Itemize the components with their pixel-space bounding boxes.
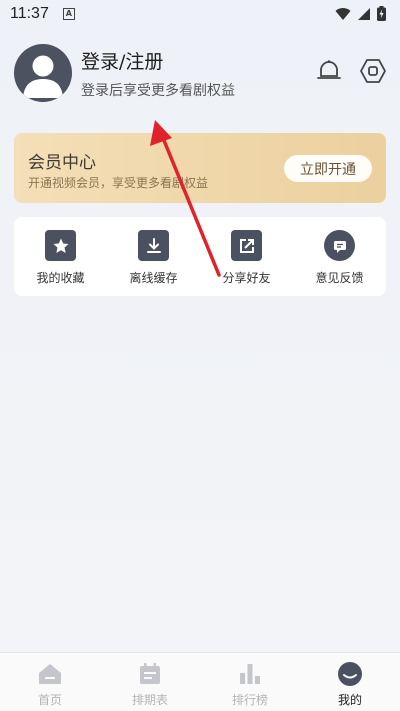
message-bell-button[interactable] xyxy=(314,56,344,86)
status-icons xyxy=(335,6,386,21)
battery-icon xyxy=(377,6,386,21)
user-avatar-icon xyxy=(23,55,63,98)
nav-ranking[interactable]: 排行榜 xyxy=(200,653,300,711)
annotation-arrow xyxy=(150,120,221,277)
member-title: 会员中心 xyxy=(28,153,96,173)
status-bar: 11:37 A xyxy=(0,0,400,28)
offline-cache-label: 离线缓存 xyxy=(129,271,178,285)
login-register-link[interactable]: 登录/注册 xyxy=(81,47,235,74)
login-subtitle: 登录后享受更多看剧权益 xyxy=(81,82,235,99)
favorites-label: 我的收藏 xyxy=(36,271,85,285)
member-center-card[interactable]: 会员中心 开通视频会员，享受更多看剧权益 立即开通 xyxy=(14,133,386,203)
profile-icon xyxy=(337,661,363,687)
share-friends-button[interactable]: 分享好友 xyxy=(200,217,293,296)
star-icon xyxy=(45,230,76,261)
nav-ranking-label: 排行榜 xyxy=(231,693,268,707)
bell-icon xyxy=(317,60,341,79)
download-icon xyxy=(138,230,169,261)
status-time: 11:37 xyxy=(10,5,49,22)
wifi-icon xyxy=(335,7,351,20)
cell-signal-icon xyxy=(358,7,370,20)
feedback-button[interactable]: 意见反馈 xyxy=(293,217,386,296)
member-subtitle: 开通视频会员，享受更多看剧权益 xyxy=(28,176,209,190)
profile-header[interactable]: 登录/注册 登录后享受更多看剧权益 xyxy=(14,44,235,102)
home-icon xyxy=(37,661,63,687)
bottom-navigation: 首页 排期表 排行榜 我的 xyxy=(0,652,400,711)
nav-mine[interactable]: 我的 xyxy=(300,653,400,711)
nav-schedule-label: 排期表 xyxy=(131,693,168,707)
share-friends-label: 分享好友 xyxy=(222,271,271,285)
calendar-icon xyxy=(137,661,163,687)
share-icon xyxy=(231,230,262,261)
favorites-button[interactable]: 我的收藏 xyxy=(14,217,107,296)
chart-icon xyxy=(237,661,263,687)
nav-mine-label: 我的 xyxy=(337,693,362,707)
settings-button[interactable] xyxy=(358,56,388,86)
feedback-label: 意见反馈 xyxy=(315,271,364,285)
settings-hexagon-icon xyxy=(360,59,386,83)
nav-home-label: 首页 xyxy=(37,693,62,707)
feedback-icon xyxy=(324,230,355,261)
nav-home[interactable]: 首页 xyxy=(0,653,100,711)
offline-cache-button[interactable]: 离线缓存 xyxy=(107,217,200,296)
quick-actions-panel: 我的收藏 离线缓存 分享好友 意见反馈 xyxy=(14,217,386,296)
avatar[interactable] xyxy=(14,44,72,102)
nav-schedule[interactable]: 排期表 xyxy=(100,653,200,711)
open-membership-button[interactable]: 立即开通 xyxy=(284,155,372,182)
notification-a-icon: A xyxy=(62,8,75,20)
